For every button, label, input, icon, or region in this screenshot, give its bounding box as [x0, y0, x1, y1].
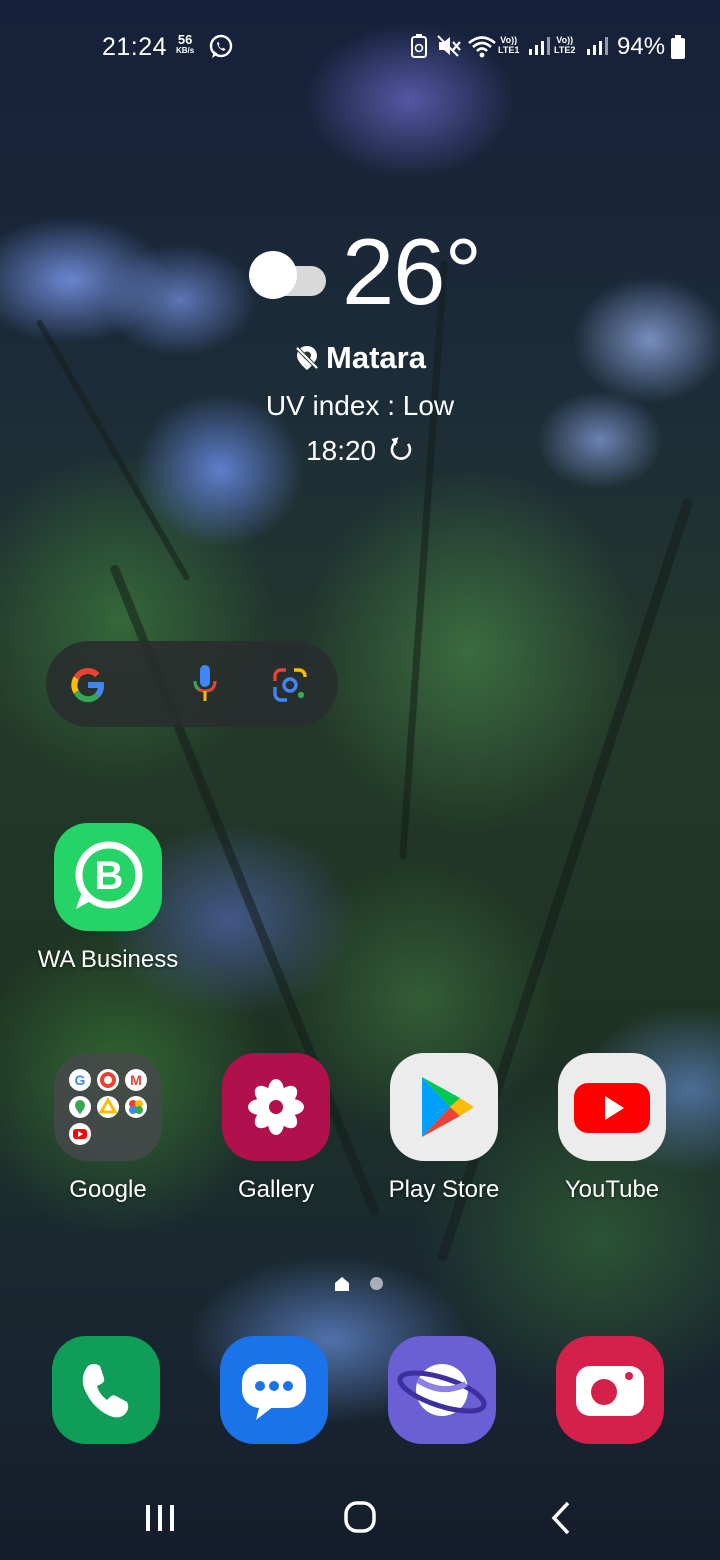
app-play-store[interactable]: Play Store: [354, 1050, 534, 1210]
status-time: 21:24: [102, 33, 168, 61]
google-lens-icon[interactable]: [272, 667, 308, 703]
play-store-icon: [390, 1053, 498, 1161]
mute-icon: [437, 35, 461, 57]
weather-temperature: 26°: [342, 219, 482, 324]
youtube-icon: [558, 1053, 666, 1161]
battery-saver-icon: [411, 34, 427, 58]
whatsapp-icon: [209, 34, 233, 58]
camera-icon[interactable]: [556, 1336, 664, 1444]
weather-location: Matara: [0, 338, 720, 376]
back-icon: [551, 1501, 570, 1535]
signal-icon: [529, 37, 550, 55]
status-bar: 21:24 56 KB/s Vo)) LTE1 Vo)) LTE2 94%: [0, 0, 720, 90]
partly-cloudy-icon: [249, 251, 326, 299]
phone-icon[interactable]: [52, 1336, 160, 1444]
home-page-indicator-icon: [335, 1277, 349, 1291]
folder-google[interactable]: G M Google: [18, 1050, 198, 1210]
svg-text:M: M: [130, 1072, 142, 1088]
page-dot: [370, 1277, 383, 1290]
dock: [0, 1330, 720, 1450]
weather-updated: 18:20: [0, 435, 720, 467]
back-button[interactable]: [530, 1495, 590, 1545]
battery-icon: [671, 35, 685, 59]
sim1-label: Vo)) LTE1: [498, 35, 520, 55]
app-gallery[interactable]: Gallery: [186, 1050, 366, 1210]
google-search-bar[interactable]: [46, 641, 338, 727]
messages-icon[interactable]: [220, 1336, 328, 1444]
home-icon: [344, 1501, 376, 1533]
navigation-bar: [0, 1470, 720, 1560]
wifi-icon: [468, 36, 496, 58]
svg-text:G: G: [75, 1072, 86, 1088]
network-speed: 56 KB/s: [176, 32, 195, 55]
google-g-icon[interactable]: [68, 665, 108, 705]
page-indicator[interactable]: [330, 1274, 390, 1294]
google-folder-icon: G M: [54, 1053, 162, 1161]
home-button[interactable]: [330, 1495, 390, 1545]
signal-icon-2: [587, 37, 608, 55]
weather-uv-index: UV index : Low: [265, 390, 455, 421]
svg-text:B: B: [95, 854, 124, 898]
wa-business-icon: B: [54, 823, 162, 931]
voice-mic-icon[interactable]: [191, 663, 219, 705]
app-youtube[interactable]: YouTube: [522, 1050, 702, 1210]
gallery-icon: [222, 1053, 330, 1161]
battery-percent: 94%: [617, 33, 666, 60]
location-off-icon: [294, 345, 320, 371]
samsung-internet-icon[interactable]: [388, 1336, 496, 1444]
recents-icon: [146, 1505, 174, 1531]
app-wa-business[interactable]: B WA Business: [18, 820, 198, 980]
refresh-icon[interactable]: [388, 437, 414, 463]
recents-button[interactable]: [130, 1495, 190, 1545]
sim2-label: Vo)) LTE2: [554, 35, 576, 55]
